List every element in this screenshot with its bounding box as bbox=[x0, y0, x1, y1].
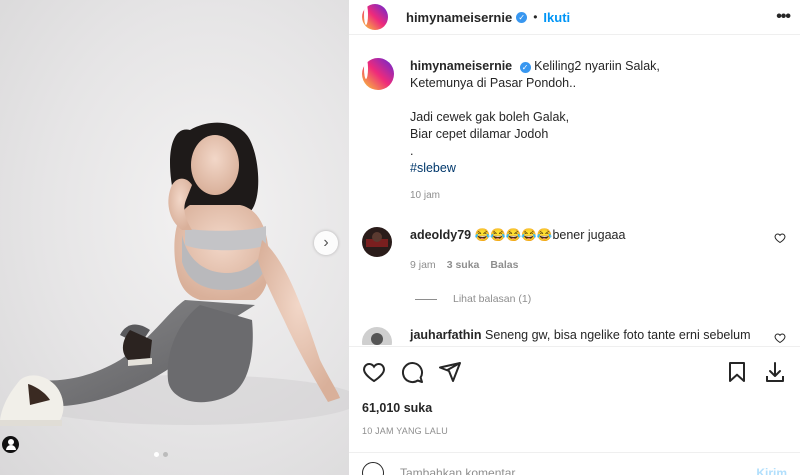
post-actions: 61,010 suka 10 JAM YANG LALU bbox=[349, 346, 800, 436]
photo-illustration bbox=[0, 122, 349, 426]
comment-time[interactable]: 9 jam bbox=[410, 257, 436, 274]
post-comment-button[interactable]: Kirim bbox=[756, 466, 787, 475]
comment-input[interactable]: Tambahkan komentar... bbox=[400, 466, 525, 475]
carousel-dots bbox=[154, 452, 168, 457]
comment-username[interactable]: jauharfathin bbox=[410, 328, 482, 342]
view-replies-label: Lihat balasan (1) bbox=[453, 293, 532, 305]
carousel-dot bbox=[154, 452, 159, 457]
comment-text: 😂😂😂😂😂bener jugaaa bbox=[474, 228, 626, 242]
like-comment-heart-icon[interactable] bbox=[774, 232, 786, 244]
post-photo[interactable]: › bbox=[0, 0, 349, 475]
heart-icon[interactable] bbox=[362, 360, 386, 384]
view-replies-line bbox=[415, 298, 437, 300]
commenter-avatar[interactable] bbox=[362, 327, 392, 345]
caption-line bbox=[410, 92, 792, 109]
emoji-icon[interactable] bbox=[362, 461, 384, 475]
comment-text: Seneng gw, bisa ngelike foto tante erni … bbox=[485, 328, 751, 342]
post-side-panel: himynameisernie ✓ • Ikuti ••• himynameis… bbox=[349, 0, 800, 475]
caption-time[interactable]: 10 jam bbox=[410, 187, 792, 204]
caption-line: Jadi cewek gak boleh Galak, bbox=[410, 110, 570, 124]
comment-username[interactable]: adeoldy79 bbox=[410, 228, 471, 242]
comment-icon[interactable] bbox=[400, 360, 424, 384]
author-avatar[interactable] bbox=[362, 4, 388, 30]
commenter-avatar[interactable] bbox=[362, 227, 392, 257]
comment-likes[interactable]: 3 suka bbox=[447, 257, 480, 274]
follow-button[interactable]: Ikuti bbox=[543, 10, 570, 25]
caption-avatar[interactable] bbox=[362, 58, 394, 90]
caption-username[interactable]: himynameisernie bbox=[410, 59, 512, 73]
likes-count[interactable]: 61,010 suka bbox=[362, 401, 787, 415]
post-caption: himynameisernie ✓ Keliling2 nyariin Sala… bbox=[362, 58, 792, 204]
share-icon[interactable] bbox=[438, 360, 462, 384]
comments-list[interactable]: himynameisernie ✓ Keliling2 nyariin Sala… bbox=[349, 36, 800, 345]
like-comment-heart-icon[interactable] bbox=[774, 332, 786, 344]
download-icon[interactable] bbox=[763, 360, 787, 384]
caption-line: . bbox=[410, 144, 414, 158]
separator-dot: • bbox=[533, 10, 538, 24]
comment-item: adeoldy79 😂😂😂😂😂bener jugaaa 9 jam 3 suka… bbox=[362, 227, 792, 305]
verified-badge-icon: ✓ bbox=[516, 11, 528, 23]
view-replies-button[interactable]: Lihat balasan (1) bbox=[415, 293, 792, 305]
bookmark-icon[interactable] bbox=[725, 360, 749, 384]
more-options-icon[interactable]: ••• bbox=[776, 8, 791, 26]
verified-badge-icon: ✓ bbox=[519, 62, 531, 73]
chevron-right-icon: › bbox=[323, 234, 329, 251]
reply-button[interactable]: Balas bbox=[490, 257, 518, 274]
tagged-users-icon[interactable] bbox=[2, 436, 19, 453]
caption-hashtag-link[interactable]: #slebew bbox=[410, 160, 792, 177]
caption-line: Ketemunya di Pasar Pondoh.. bbox=[410, 76, 577, 90]
comment-item: jauharfathin Seneng gw, bisa ngelike fot… bbox=[362, 327, 792, 345]
carousel-dot bbox=[163, 452, 168, 457]
instagram-post-modal: › himynameisernie ✓ • Ikuti ••• himyname… bbox=[0, 0, 800, 475]
author-username[interactable]: himynameisernie bbox=[406, 10, 512, 25]
posted-time[interactable]: 10 JAM YANG LALU bbox=[362, 426, 787, 436]
add-comment-bar: Tambahkan komentar... Kirim bbox=[349, 452, 800, 475]
next-photo-button[interactable]: › bbox=[314, 231, 338, 255]
caption-line: Biar cepet dilamar Jodoh bbox=[410, 127, 549, 141]
caption-line: Keliling2 nyariin Salak, bbox=[534, 59, 660, 73]
post-header: himynameisernie ✓ • Ikuti ••• bbox=[349, 0, 800, 35]
